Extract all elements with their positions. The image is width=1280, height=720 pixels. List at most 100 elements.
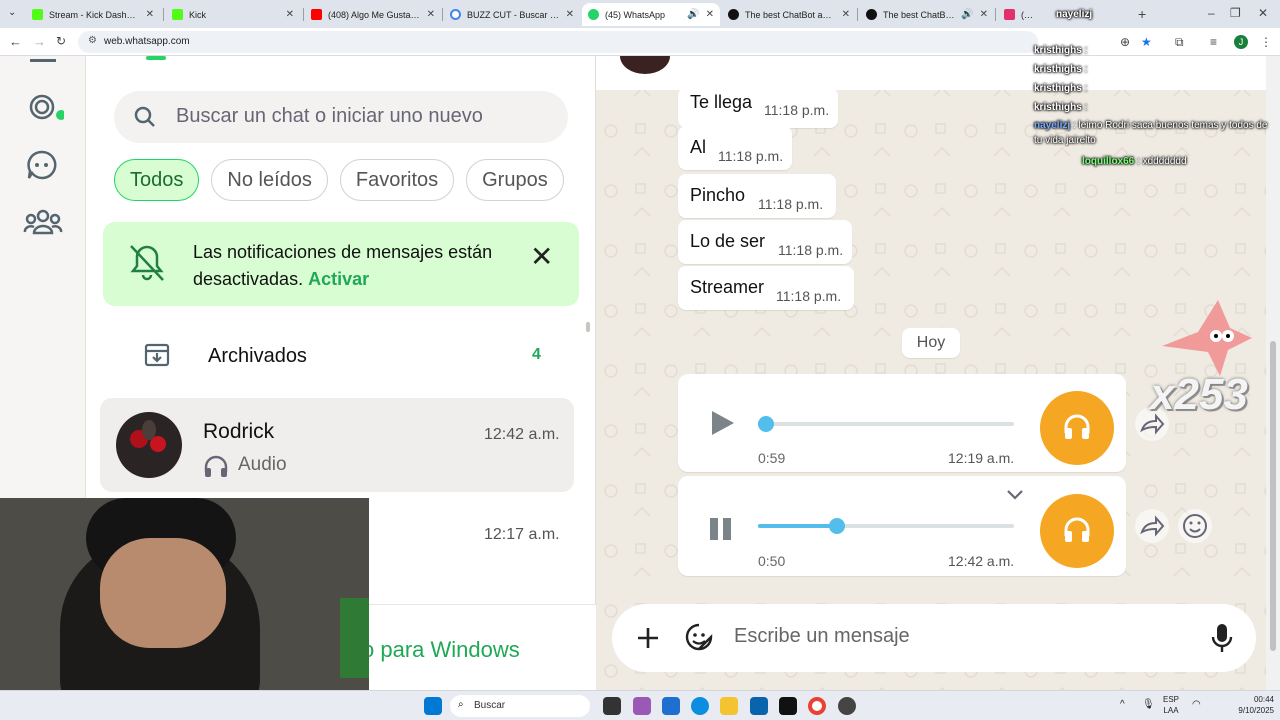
file-explorer-icon[interactable] (720, 697, 738, 715)
message-time: 11:18 p.m. (764, 102, 830, 118)
browser-tab[interactable]: Kick ✕ (166, 3, 300, 26)
chevron-down-icon[interactable] (1006, 486, 1024, 504)
google-icon (450, 9, 461, 20)
obs-icon[interactable] (838, 697, 856, 715)
emoji-reaction-icon[interactable] (1178, 509, 1212, 543)
archived-count: 4 (532, 346, 541, 363)
message-bubble[interactable]: Lo de ser 11:18 p.m. (678, 220, 852, 264)
close-icon[interactable]: ✕ (427, 9, 435, 20)
chat-message: : (1084, 64, 1088, 75)
outlook-icon[interactable] (750, 697, 768, 715)
filter-todos[interactable]: Todos (114, 159, 200, 201)
taskbar-search[interactable]: ⌕ Buscar (450, 695, 590, 717)
windows-start-icon[interactable] (424, 697, 442, 715)
notification-text: Las notificaciones de mensajes están des… (193, 239, 523, 293)
tab-label: Kick (189, 9, 207, 20)
clock-time: 00:44 (1253, 695, 1274, 704)
chat-username: nayelizj (1056, 9, 1093, 20)
browser-tab[interactable]: Stream - Kick Dashboard ✕ (26, 3, 160, 26)
close-icon[interactable]: ✕ (146, 9, 154, 20)
chat-row[interactable]: Rodrick 12:42 a.m. Audio (100, 398, 574, 492)
message-input[interactable]: Escribe un mensaje (734, 625, 910, 648)
filter-grupos[interactable]: Grupos (466, 159, 564, 201)
chat-message: : leimo Rodri saca buenos temas y todos … (1034, 120, 1268, 146)
chat-username: loquillox66 (1082, 156, 1135, 167)
wifi-icon[interactable]: ◠ (1192, 699, 1201, 710)
activar-link[interactable]: Activar (308, 269, 369, 289)
browser-tab-active[interactable]: (45) WhatsApp 🔊 ✕ (582, 3, 720, 26)
tiktok-icon[interactable] (779, 697, 797, 715)
list-scrollbar[interactable] (586, 322, 590, 332)
headphones-icon (1064, 517, 1090, 542)
filter-no-leidos[interactable]: No leídos (211, 159, 328, 201)
filter-favoritos[interactable]: Favoritos (339, 159, 455, 201)
close-icon[interactable]: ✕ (566, 9, 574, 20)
chat-message: : (1084, 45, 1088, 56)
browser-tab[interactable]: (408) Algo Me Gusta De T ✕ (305, 3, 441, 26)
chat-time: 12:17 a.m. (484, 526, 560, 543)
notifications-banner: Las notificaciones de mensajes están des… (103, 222, 579, 306)
reload-icon[interactable]: ↻ (56, 34, 66, 48)
audio-scrubber[interactable] (829, 518, 846, 534)
microphone-tray-icon[interactable]: 🎙 (1142, 699, 1155, 710)
back-icon[interactable]: ← (9, 34, 22, 49)
channels-icon[interactable] (22, 144, 64, 186)
audio-scrubber[interactable] (757, 416, 774, 432)
task-view-icon[interactable] (603, 697, 621, 715)
tab-label: Stream - Kick Dashboard (49, 9, 140, 20)
message-bubble[interactable]: Streamer 11:18 p.m. (678, 266, 854, 310)
address-bar[interactable]: ⚙ web.whatsapp.com (78, 31, 1038, 53)
site-info-icon[interactable]: ⚙ (88, 35, 97, 46)
language-indicator[interactable]: ESP LAA (1163, 694, 1179, 716)
tray-overflow-icon[interactable]: ^ (1120, 699, 1125, 710)
copilot-icon[interactable] (633, 697, 651, 715)
forward-icon[interactable] (1135, 509, 1169, 543)
chrome-icon[interactable] (808, 697, 826, 715)
browser-tab[interactable]: The best ChatBot and 🔊 ✕ (860, 3, 994, 26)
speaker-icon[interactable]: 🔊 (687, 9, 699, 20)
close-icon[interactable]: ✕ (842, 9, 850, 20)
clock[interactable]: 00:44 9/10/2025 (1218, 694, 1274, 716)
message-bubble[interactable]: Te llega 11:18 p.m. (678, 88, 838, 128)
keyboard-layout: LAA (1163, 706, 1179, 715)
forward-icon[interactable]: → (33, 34, 46, 49)
plus-icon[interactable] (636, 626, 660, 650)
chat-username: kristhighs (1034, 83, 1082, 94)
message-bubble[interactable]: Pincho 11:18 p.m. (678, 174, 836, 218)
search-input[interactable]: Buscar un chat o iniciar uno nuevo (114, 91, 568, 143)
kick-icon (172, 9, 183, 20)
audio-progress-bar[interactable] (757, 416, 1014, 432)
message-text: Streamer (690, 277, 765, 297)
search-icon: ⌕ (458, 699, 464, 710)
audio-duration: 0:59 (758, 450, 786, 466)
archived-row[interactable]: Archivados 4 (86, 326, 596, 388)
chats-icon[interactable] (30, 56, 56, 62)
edge-icon[interactable] (691, 697, 709, 715)
speaker-icon[interactable]: 🔊 (961, 9, 973, 20)
store-icon[interactable] (662, 697, 680, 715)
close-icon[interactable]: ✕ (706, 9, 714, 20)
avatar (116, 412, 182, 478)
tab-label: (408) Algo Me Gusta De T (328, 9, 421, 20)
message-text: Pincho (690, 185, 746, 205)
audio-time: 12:42 a.m. (948, 553, 1015, 569)
message-time: 11:18 p.m. (778, 242, 844, 258)
browser-tab[interactable]: The best ChatBot and W ✕ (722, 3, 856, 26)
message-composer: Escribe un mensaje (612, 604, 1256, 672)
close-icon[interactable]: ✕ (530, 240, 553, 273)
chat-message: : (1084, 83, 1088, 94)
audio-progress-bar[interactable] (758, 518, 1014, 534)
stream-chat-overlay: nayelizj kristhighs : kristhighs : krist… (1034, 6, 1280, 171)
close-icon[interactable]: ✕ (286, 9, 294, 20)
pause-icon[interactable] (704, 512, 738, 546)
microphone-icon[interactable] (1210, 622, 1234, 654)
message-bubble[interactable]: Al 11:18 p.m. (678, 126, 792, 170)
tab-search-icon[interactable]: ⌄ (8, 7, 22, 21)
close-icon[interactable]: ✕ (980, 9, 988, 20)
communities-icon[interactable] (22, 202, 64, 244)
status-icon[interactable] (22, 86, 64, 128)
contact-avatar[interactable] (620, 56, 670, 74)
play-icon[interactable] (704, 406, 738, 440)
sticker-icon[interactable] (684, 622, 714, 652)
browser-tab[interactable]: BUZZ CUT - Buscar con G ✕ (444, 3, 580, 26)
